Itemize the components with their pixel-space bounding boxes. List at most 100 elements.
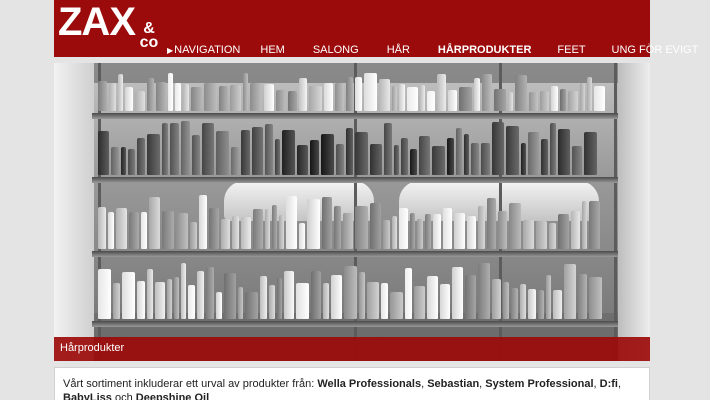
product-bottle bbox=[582, 201, 587, 249]
product-bottle bbox=[243, 73, 248, 111]
product-bottle bbox=[355, 77, 362, 111]
product-bottle bbox=[564, 264, 576, 319]
hero-caption: Hårprodukter bbox=[60, 342, 125, 354]
product-bottle bbox=[216, 292, 222, 319]
nav-item-feet[interactable]: FEET bbox=[557, 44, 585, 56]
site-header: ZAX & co ▶NAVIGATION HEM SALONG HÅR HÅRPRODU… bbox=[54, 0, 698, 57]
product-bottle bbox=[162, 123, 168, 175]
product-bottle bbox=[183, 84, 189, 111]
product-bottle bbox=[108, 212, 114, 249]
brand-name: Wella Professionals bbox=[317, 378, 422, 390]
product-bottle bbox=[425, 214, 431, 249]
product-bottle bbox=[147, 269, 153, 319]
conjunction: och bbox=[111, 392, 136, 400]
product-bottle bbox=[355, 206, 368, 249]
product-bottle bbox=[471, 143, 479, 175]
main-nav: ▶NAVIGATION HEM SALONG HÅR HÅRPRODUKTER FEET U… bbox=[167, 42, 698, 58]
product-bottle bbox=[346, 128, 353, 175]
nav-item-hem[interactable]: HEM bbox=[260, 44, 284, 56]
glass-shelf bbox=[92, 251, 618, 257]
product-bottle bbox=[98, 81, 107, 111]
glass-shelf bbox=[92, 321, 618, 327]
product-bottle bbox=[137, 281, 145, 319]
product-bottle bbox=[459, 87, 472, 111]
product-bottle bbox=[174, 277, 179, 319]
product-bottle bbox=[269, 285, 275, 319]
product-bottle bbox=[192, 135, 200, 175]
product-bottle bbox=[245, 292, 258, 319]
product-bottle bbox=[202, 123, 214, 175]
product-bottle bbox=[322, 197, 332, 249]
product-bottle bbox=[299, 223, 305, 249]
nav-label: HÅRPRODUKTER bbox=[437, 44, 532, 56]
product-bottle bbox=[487, 198, 496, 249]
product-bottle bbox=[336, 144, 344, 175]
product-bottle bbox=[568, 91, 578, 111]
product-bottle bbox=[551, 86, 558, 111]
product-bottle bbox=[464, 134, 469, 175]
product-bottle bbox=[454, 213, 465, 249]
separator: , bbox=[617, 378, 622, 390]
nav-item-salong[interactable]: SALONG bbox=[313, 44, 359, 56]
product-bottle bbox=[467, 216, 476, 249]
product-bottle bbox=[111, 147, 119, 175]
product-bottle bbox=[98, 207, 106, 249]
product-bottle bbox=[167, 279, 172, 319]
product-bottle bbox=[216, 131, 229, 175]
brand-name: System Professional bbox=[485, 378, 594, 390]
product-bottle bbox=[414, 286, 425, 319]
nav-label: NAVIGATION bbox=[174, 44, 241, 56]
nav-label: UNG FÖR EVIGT bbox=[611, 44, 699, 56]
nav-item-ung-for-evigt[interactable]: UNG FÖR EVIGT bbox=[612, 44, 699, 56]
product-bottle bbox=[147, 78, 154, 111]
product-bottle bbox=[331, 275, 342, 319]
product-bottle bbox=[456, 128, 462, 175]
product-bottle bbox=[399, 84, 405, 111]
product-bottle bbox=[156, 82, 166, 111]
product-bottle bbox=[334, 206, 341, 249]
product-bottle bbox=[381, 283, 388, 319]
product-bottle bbox=[324, 83, 333, 111]
nav-item-navigation[interactable]: ▶NAVIGATION bbox=[167, 44, 240, 56]
product-bottle bbox=[546, 275, 551, 319]
product-bottle bbox=[399, 208, 408, 249]
product-bottle bbox=[448, 90, 457, 111]
product-bottle bbox=[321, 134, 334, 175]
product-bottle bbox=[509, 203, 521, 249]
product-bottle bbox=[587, 77, 592, 111]
intro-text: Vårt sortiment inkluderar ett urval av p… bbox=[63, 378, 318, 390]
logo[interactable]: ZAX bbox=[58, 2, 136, 42]
product-bottle bbox=[272, 205, 277, 249]
nav-item-harprodukter[interactable]: HÅRPRODUKTER bbox=[438, 44, 532, 56]
product-bottle bbox=[275, 139, 280, 175]
nav-label: FEET bbox=[557, 44, 586, 56]
product-bottle bbox=[417, 219, 423, 249]
hero-image: Hårprodukter bbox=[54, 63, 650, 361]
product-bottle bbox=[286, 196, 297, 249]
product-bottle bbox=[580, 83, 585, 111]
product-bottle bbox=[407, 87, 418, 111]
product-bottle bbox=[116, 208, 127, 249]
product-bottle bbox=[299, 78, 307, 111]
product-bottle bbox=[277, 278, 282, 319]
product-bottle bbox=[589, 277, 602, 319]
product-bottle bbox=[521, 143, 526, 175]
product-bottle bbox=[529, 92, 538, 111]
product-bottle bbox=[311, 271, 321, 319]
product-bottle bbox=[355, 132, 368, 175]
product-bottle bbox=[125, 87, 133, 111]
product-bottle bbox=[584, 132, 597, 175]
nav-item-har[interactable]: HÅR bbox=[387, 44, 410, 56]
product-bottle bbox=[122, 272, 135, 319]
product-bottle bbox=[219, 86, 228, 111]
product-bottle bbox=[181, 121, 190, 175]
product-row bbox=[98, 191, 614, 249]
logo-co: co bbox=[139, 34, 159, 51]
product-row bbox=[98, 117, 614, 175]
product-bottle bbox=[197, 271, 204, 319]
product-bottle bbox=[437, 74, 446, 111]
product-bottle bbox=[265, 209, 270, 249]
nav-label: SALONG bbox=[312, 44, 359, 56]
product-bottle bbox=[265, 124, 273, 175]
product-bottle bbox=[118, 74, 123, 111]
